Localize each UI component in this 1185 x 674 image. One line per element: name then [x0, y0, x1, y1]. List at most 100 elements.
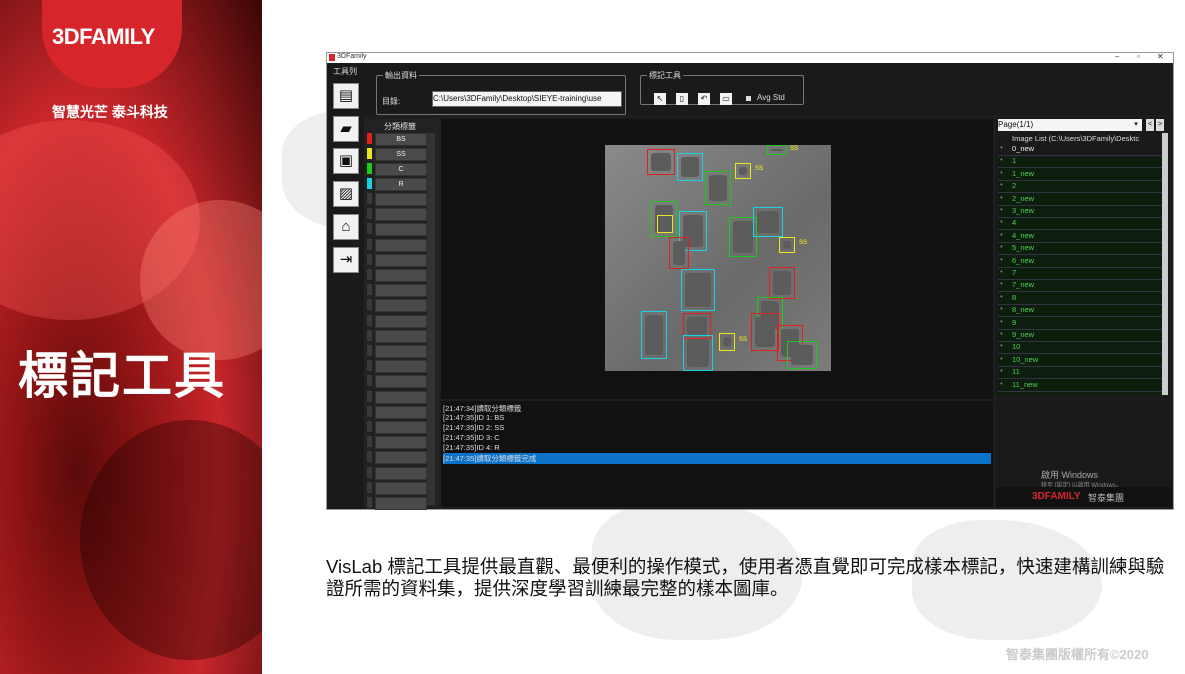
star-icon: * — [1000, 317, 1003, 327]
image-list-item-name: 9_new — [1012, 330, 1035, 339]
empty-label-row[interactable] — [375, 314, 427, 328]
empty-label-row[interactable] — [375, 269, 427, 282]
label-color-swatch — [367, 481, 372, 493]
image-list-item-name: 4 — [1012, 218, 1017, 228]
empty-label-row[interactable] — [375, 193, 427, 206]
bbox-ss[interactable] — [719, 333, 735, 351]
image-list-item[interactable]: * 9 — [998, 317, 1162, 330]
bbox-ss[interactable] — [779, 237, 795, 253]
bbox-c[interactable] — [767, 145, 787, 155]
label-scrollbar[interactable] — [427, 133, 435, 505]
label-row-bs[interactable]: BS — [375, 133, 427, 146]
empty-label-row[interactable] — [375, 284, 427, 298]
image-list-item[interactable]: * 7_new — [998, 279, 1162, 293]
empty-label-row[interactable] — [375, 299, 427, 313]
image-list-item-name: 10_new — [1012, 354, 1039, 364]
empty-label-row[interactable] — [375, 375, 427, 389]
cursor-icon[interactable]: ↖ — [654, 93, 666, 105]
avg-std-checkbox[interactable] — [746, 96, 751, 101]
image-list-item[interactable]: * 0_new — [998, 143, 1162, 156]
sample-image[interactable]: SS SS SS SS — [605, 145, 831, 371]
chevron-down-icon[interactable]: ▾ — [1132, 119, 1140, 131]
empty-label-row[interactable] — [375, 451, 427, 465]
empty-label-row[interactable] — [375, 253, 427, 267]
open-folder-icon[interactable]: ▰ — [333, 116, 359, 142]
image-list-item[interactable]: * 4_new — [998, 230, 1162, 243]
prev-page-icon[interactable]: < — [1146, 119, 1154, 131]
image-canvas[interactable]: SS SS SS SS — [441, 119, 993, 399]
select-box-icon[interactable]: ▭ — [720, 93, 732, 105]
bottom-logo-cn: 智泰集團 — [1088, 493, 1125, 503]
label-color-swatch — [367, 314, 372, 326]
bbox-r[interactable] — [681, 269, 715, 311]
new-file-icon[interactable]: ▯ — [676, 93, 688, 105]
image-icon[interactable]: ▨ — [333, 181, 359, 207]
status-panel: 啟用 Windows 移至 [設定] 以啟用 Windows。 3DFAMILY… — [996, 401, 1172, 507]
bbox-bs[interactable] — [751, 313, 779, 351]
next-page-icon[interactable]: > — [1156, 119, 1164, 131]
empty-label-row[interactable] — [375, 329, 427, 343]
save-icon[interactable]: ▣ — [333, 148, 359, 174]
image-list-item[interactable]: * 11_new — [998, 379, 1162, 392]
dir-path-input[interactable]: C:\Users\3DFamily\Desktop\SIEYE-training… — [432, 91, 622, 107]
bbox-r[interactable] — [683, 335, 713, 371]
log-panel: [21:47:34]讀取分類標籤 [21:47:35]ID 1: BS [21:… — [441, 401, 993, 507]
image-list-item[interactable]: * 11 — [998, 366, 1162, 380]
bbox-r[interactable] — [677, 153, 703, 181]
image-list-item-name: 8_new — [1012, 305, 1035, 315]
label-row-ss[interactable]: SS — [375, 148, 427, 161]
bbox-ss[interactable] — [657, 215, 673, 233]
bbox-r[interactable] — [753, 207, 783, 237]
bbox-ss[interactable] — [735, 163, 751, 179]
empty-label-row[interactable] — [375, 345, 427, 358]
empty-label-row[interactable] — [375, 360, 427, 374]
label-row-c[interactable]: C — [375, 163, 427, 176]
exit-icon[interactable]: ⇥ — [333, 247, 359, 273]
bbox-bs[interactable] — [669, 237, 689, 269]
label-row-r[interactable]: R — [375, 178, 427, 191]
image-list-item[interactable]: * 10 — [998, 341, 1162, 355]
maximize-icon[interactable]: ▫ — [1137, 52, 1140, 61]
image-list-item[interactable]: * 8_new — [998, 304, 1162, 318]
image-list-item[interactable]: * 2_new — [998, 193, 1162, 206]
empty-label-row[interactable] — [375, 238, 427, 252]
empty-label-row[interactable] — [375, 481, 427, 495]
image-list-item[interactable]: * 3_new — [998, 205, 1162, 218]
image-list-item[interactable]: * 7 — [998, 267, 1162, 280]
bbox-c[interactable] — [787, 341, 817, 369]
star-icon: * — [1000, 268, 1003, 277]
image-list-item[interactable]: * 1 — [998, 155, 1162, 169]
empty-label-row[interactable] — [375, 390, 427, 404]
image-list-item[interactable]: * 10_new — [998, 354, 1162, 367]
image-list-item[interactable]: * 9_new — [998, 329, 1162, 342]
image-list-scrollbar[interactable] — [1162, 133, 1168, 395]
label-panel: 分類標籤 BS SS C R — [364, 119, 439, 510]
image-list-item[interactable]: * 1_new — [998, 168, 1162, 181]
empty-label-row[interactable] — [375, 208, 427, 222]
ss-tag: SS — [739, 337, 748, 343]
empty-label-row[interactable] — [375, 436, 427, 450]
close-icon[interactable]: ✕ — [1157, 52, 1164, 61]
log-line-selected[interactable]: [21:47:35]讀取分類標籤完成 — [443, 453, 991, 464]
image-list-item[interactable]: * 4 — [998, 217, 1162, 231]
empty-label-row[interactable] — [375, 405, 427, 419]
bbox-bs[interactable] — [647, 149, 675, 175]
document-icon[interactable]: ▤ — [333, 83, 359, 109]
undo-icon[interactable]: ↶ — [698, 93, 710, 105]
label-color-swatch — [367, 421, 372, 432]
bbox-c[interactable] — [705, 171, 731, 205]
label-color-swatch — [367, 299, 372, 311]
minimize-icon[interactable]: – — [1115, 52, 1119, 61]
image-list-item[interactable]: * 5_new — [998, 242, 1162, 256]
bbox-r[interactable] — [641, 311, 667, 359]
page-select[interactable]: Page(1/1) — [998, 119, 1142, 131]
bbox-bs[interactable] — [769, 267, 795, 299]
image-list-item[interactable]: * 6_new — [998, 255, 1162, 268]
image-list-item[interactable]: * 8 — [998, 292, 1162, 305]
empty-label-row[interactable] — [375, 497, 427, 510]
image-list-item[interactable]: * 2 — [998, 180, 1162, 194]
empty-label-row[interactable] — [375, 223, 427, 237]
empty-label-row[interactable] — [375, 421, 427, 434]
empty-label-row[interactable] — [375, 466, 427, 480]
home-icon[interactable]: ⌂ — [333, 214, 359, 240]
